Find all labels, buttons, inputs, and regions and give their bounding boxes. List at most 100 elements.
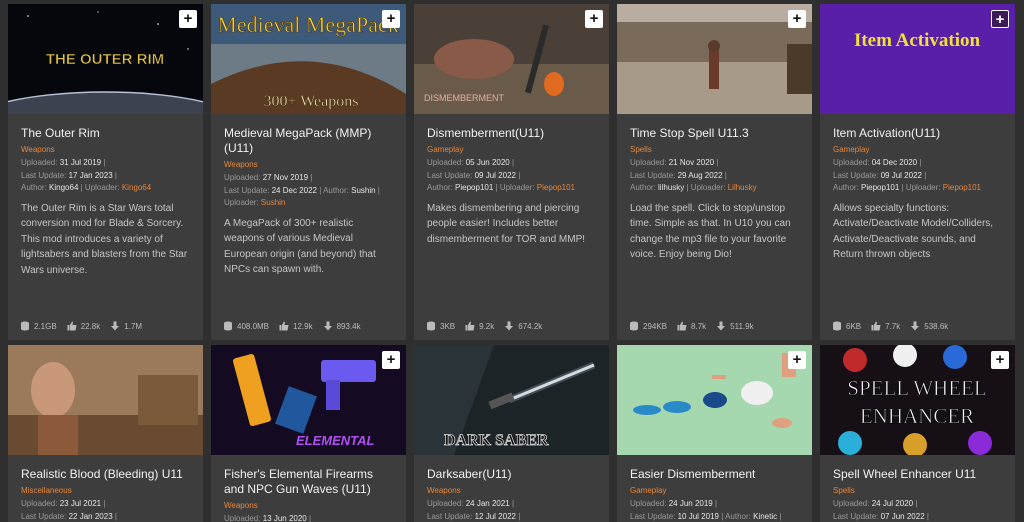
uploader-name[interactable]: Piepop101 bbox=[537, 183, 575, 192]
mod-thumbnail[interactable]: Medieval MegaPack 300+ Weapons + bbox=[211, 4, 406, 114]
add-to-collection-button[interactable]: + bbox=[585, 10, 603, 28]
mod-title[interactable]: The Outer Rim bbox=[21, 126, 191, 141]
mod-category[interactable]: Spells bbox=[833, 485, 1003, 496]
mod-stats: 6KB 7.7k 538.6k bbox=[820, 312, 1015, 340]
author-name[interactable]: lilhusky bbox=[658, 183, 684, 192]
thumbnail-subtext: ENHANCER bbox=[860, 404, 974, 428]
mod-card-realistic-blood[interactable]: Realistic Blood (Bleeding) U11 Miscellan… bbox=[8, 345, 203, 522]
mod-title[interactable]: Dismemberment(U11) bbox=[427, 126, 597, 141]
uploaded-date: 05 Jun 2020 bbox=[465, 158, 510, 167]
mod-meta: Uploaded: 23 Jul 2021 | Last Update: 22 … bbox=[21, 499, 117, 521]
mod-card-item-activation[interactable]: Item Activation + Item Activation(U11) G… bbox=[820, 4, 1015, 340]
endorsement-count: 12.9k bbox=[293, 321, 313, 331]
thumbnail-text: ELEMENTAL bbox=[296, 433, 375, 448]
endorsement-count: 8.7k bbox=[691, 321, 707, 331]
mod-thumbnail[interactable]: DISMEMBERMENT + bbox=[414, 4, 609, 114]
mod-category[interactable]: Gameplay bbox=[630, 485, 800, 496]
uploader-name[interactable]: Lilhusky bbox=[728, 183, 757, 192]
last-update-date: 09 Jul 2022 bbox=[474, 170, 516, 180]
mod-stats: 408.0MB 12.9k 893.4k bbox=[211, 312, 406, 340]
mod-category[interactable]: Weapons bbox=[224, 500, 394, 511]
mod-category[interactable]: Weapons bbox=[21, 144, 191, 155]
mod-meta: Uploaded: 04 Dec 2020 | Last Update: 09 … bbox=[833, 158, 982, 192]
add-to-collection-button[interactable]: + bbox=[991, 351, 1009, 369]
mod-meta: Uploaded: 13 Jun 2020 | bbox=[224, 514, 312, 522]
mod-card-time-stop-spell[interactable]: + Time Stop Spell U11.3 Spells Uploaded:… bbox=[617, 4, 812, 340]
mod-title[interactable]: Fisher's Elemental Firearms and NPC Gun … bbox=[224, 467, 394, 497]
mod-thumbnail[interactable] bbox=[8, 345, 203, 455]
add-to-collection-button[interactable]: + bbox=[788, 10, 806, 28]
mod-meta: Uploaded: 31 Jul 2019 | Last Update: 17 … bbox=[21, 158, 152, 192]
endorsement-count: 22.8k bbox=[80, 321, 101, 331]
mod-title[interactable]: Realistic Blood (Bleeding) U11 bbox=[21, 467, 191, 482]
mod-title[interactable]: Medieval MegaPack (MMP) (U11) bbox=[224, 126, 394, 156]
database-icon bbox=[21, 321, 29, 331]
last-update-date: 24 Dec 2022 bbox=[271, 185, 317, 195]
mod-description: Allows specialty functions: Activate/Dea… bbox=[833, 202, 994, 261]
download-count: 893.4k bbox=[336, 321, 361, 331]
author-name[interactable]: Sushin bbox=[351, 186, 375, 195]
mod-stats: 294KB 8.7k 511.9k bbox=[617, 312, 812, 340]
mod-thumbnail[interactable]: THE OUTER RIM + bbox=[8, 4, 203, 114]
mod-thumbnail[interactable]: ELEMENTAL + bbox=[211, 345, 406, 455]
mod-title[interactable]: Darksaber(U11) bbox=[427, 467, 597, 482]
uploaded-date: 13 Jun 2020 bbox=[262, 514, 307, 522]
mod-card-medieval-megapack[interactable]: Medieval MegaPack 300+ Weapons + Medieva… bbox=[211, 4, 406, 340]
thumbnail-text: SPELL WHEEL bbox=[847, 376, 986, 400]
mod-category[interactable]: Weapons bbox=[427, 485, 597, 496]
mod-card-darksaber[interactable]: DARK SABER Darksaber(U11) Weapons Upload… bbox=[414, 345, 609, 522]
mod-thumbnail[interactable]: DARK SABER bbox=[414, 345, 609, 455]
author-name[interactable]: Kinetic bbox=[753, 512, 777, 521]
file-size: 294KB bbox=[643, 321, 668, 331]
author-name[interactable]: Kingo64 bbox=[49, 183, 78, 192]
author-name[interactable]: Piepop101 bbox=[455, 183, 493, 192]
uploader-name[interactable]: Kingo64 bbox=[122, 183, 151, 192]
mod-stats: 2.1GB 22.8k 1.7M bbox=[8, 312, 203, 340]
mod-card-dismemberment[interactable]: DISMEMBERMENT + Dismemberment(U11) Gamep… bbox=[414, 4, 609, 340]
uploaded-date: 23 Jul 2021 bbox=[59, 499, 102, 508]
mod-meta: Uploaded: 21 Nov 2020 | Last Update: 29 … bbox=[630, 158, 757, 192]
add-to-collection-button[interactable]: + bbox=[788, 351, 806, 369]
mod-meta: Uploaded: 05 Jun 2020 | Last Update: 09 … bbox=[427, 158, 576, 192]
mod-title[interactable]: Spell Wheel Enhancer U11 bbox=[833, 467, 1003, 482]
file-size: 408.0MB bbox=[237, 321, 270, 331]
mod-title[interactable]: Time Stop Spell U11.3 bbox=[630, 126, 800, 141]
mod-title[interactable]: Easier Dismemberment bbox=[630, 467, 800, 482]
database-icon bbox=[224, 321, 232, 331]
mod-title[interactable]: Item Activation(U11) bbox=[833, 126, 1003, 141]
mod-description: A MegaPack of 300+ realistic weapons of … bbox=[224, 217, 376, 276]
mod-card-outer-rim[interactable]: THE OUTER RIM + The Outer Rim Weapons Up… bbox=[8, 4, 203, 340]
endorsement-count: 9.2k bbox=[479, 321, 495, 331]
mod-category[interactable]: Miscellaneous bbox=[21, 485, 191, 496]
add-to-collection-button[interactable]: + bbox=[382, 351, 400, 369]
mod-thumbnail[interactable]: Item Activation + bbox=[820, 4, 1015, 114]
mod-description: Makes dismembering and piercing people e… bbox=[427, 202, 586, 245]
mod-card-spell-wheel-enhancer[interactable]: SPELL WHEEL ENHANCER + Spell Wheel Enhan… bbox=[820, 345, 1015, 522]
download-count: 674.2k bbox=[518, 321, 543, 331]
mod-card-easier-dismemberment[interactable]: + Easier Dismemberment Gameplay Uploaded… bbox=[617, 345, 812, 522]
last-update-date: 29 Aug 2022 bbox=[677, 170, 723, 180]
download-count: 538.6k bbox=[924, 321, 949, 331]
author-name[interactable]: Piepop101 bbox=[861, 183, 899, 192]
mod-card-elemental-firearms[interactable]: ELEMENTAL + Fisher's Elemental Firearms … bbox=[211, 345, 406, 522]
uploaded-date: 21 Nov 2020 bbox=[668, 158, 715, 167]
add-to-collection-button[interactable]: + bbox=[179, 10, 197, 28]
uploader-name[interactable]: Piepop101 bbox=[943, 183, 981, 192]
download-icon bbox=[111, 321, 120, 331]
uploaded-date: 24 Jul 2020 bbox=[871, 499, 914, 508]
add-to-collection-button[interactable]: + bbox=[991, 10, 1009, 28]
download-count: 1.7M bbox=[124, 321, 143, 331]
mod-category[interactable]: Spells bbox=[630, 144, 800, 155]
mod-category[interactable]: Gameplay bbox=[427, 144, 597, 155]
uploaded-date: 27 Nov 2019 bbox=[262, 173, 309, 182]
mod-thumbnail[interactable]: + bbox=[617, 345, 812, 455]
download-icon bbox=[505, 321, 514, 331]
mod-category[interactable]: Gameplay bbox=[833, 144, 1003, 155]
add-to-collection-button[interactable]: + bbox=[382, 10, 400, 28]
mod-thumbnail[interactable]: + bbox=[617, 4, 812, 114]
mod-stats: 3KB 9.2k 674.2k bbox=[414, 312, 609, 340]
mod-category[interactable]: Weapons bbox=[224, 159, 394, 170]
file-size: 2.1GB bbox=[34, 321, 57, 331]
mod-thumbnail[interactable]: SPELL WHEEL ENHANCER + bbox=[820, 345, 1015, 455]
uploader-name[interactable]: Sushin bbox=[261, 198, 285, 207]
